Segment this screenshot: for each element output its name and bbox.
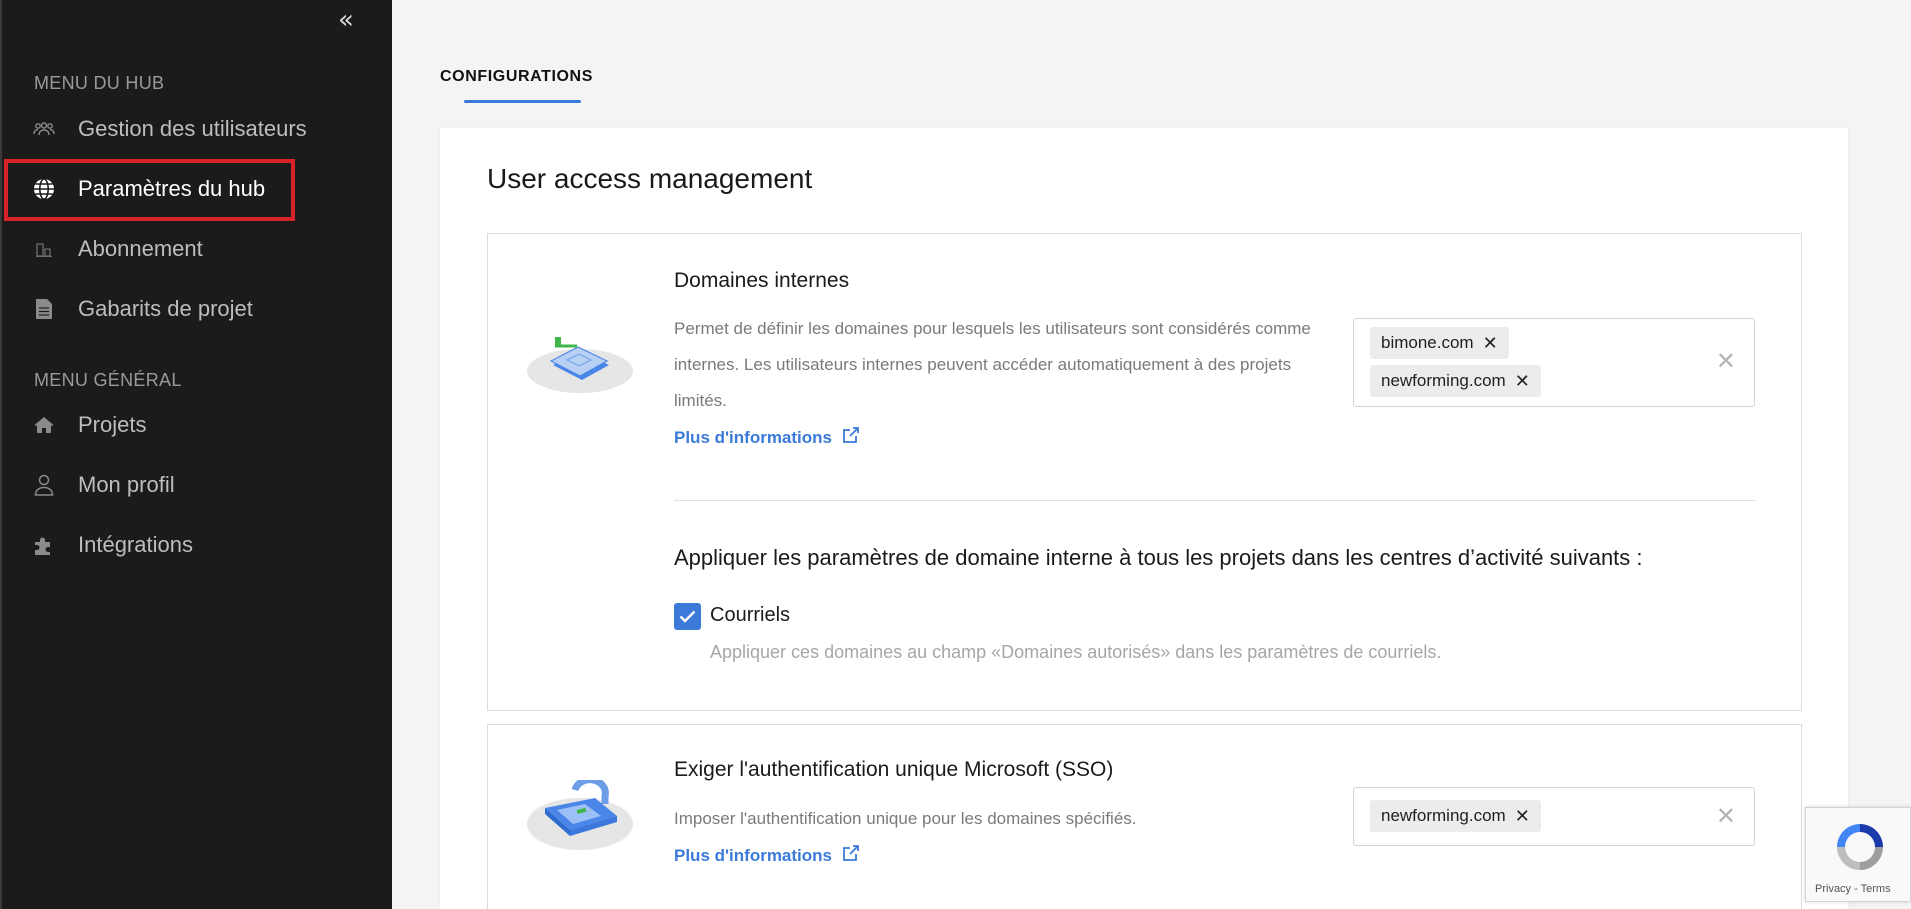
collapse-sidebar-icon[interactable]: « [338,7,366,33]
clear-all-icon[interactable]: ✕ [1716,347,1736,375]
remove-domain-icon[interactable]: ✕ [1515,806,1530,827]
sidebar-item-integrations[interactable]: Intégrations [32,525,193,565]
sidebar-item-label: Gestion des utilisateurs [78,116,307,141]
more-info-label: Plus d'informations [674,427,832,447]
internal-domains-more-info-link[interactable]: Plus d'informations [674,426,860,449]
emails-checkbox-label[interactable]: Courriels [710,604,790,627]
internal-domains-card [487,233,1802,711]
recaptcha-badge[interactable]: Privacy - Terms [1805,807,1911,902]
sidebar-item-label: Gabarits de projet [78,296,253,321]
sidebar-item-label: Abonnement [78,236,203,261]
apply-settings-title: Appliquer les paramètres de domaine inte… [674,545,1643,570]
emails-checkbox[interactable] [674,603,701,630]
home-icon [32,413,56,437]
emails-checkbox-help: Appliquer ces domaines au champ «Domaine… [710,642,1442,662]
sidebar-item-label: Mon profil [78,472,175,497]
divider [674,500,1755,501]
domain-illustration-icon [525,327,635,398]
sso-description: Imposer l'authentification unique pour l… [674,809,1137,828]
sidebar-item-label: Intégrations [78,532,193,557]
domain-chip: bimone.com ✕ [1370,327,1509,359]
remove-domain-icon[interactable]: ✕ [1483,333,1498,354]
domain-chip: newforming.com ✕ [1370,800,1541,832]
sidebar-item-label: Projets [78,412,147,437]
hub-menu-title: MENU DU HUB [34,73,165,93]
domain-chip: newforming.com ✕ [1370,365,1541,397]
domain-chip-label: bimone.com [1381,333,1474,352]
sso-domains-input[interactable]: newforming.com ✕ ✕ [1353,787,1755,846]
sidebar-item-my-profile[interactable]: Mon profil [32,465,175,505]
recaptcha-links[interactable]: Privacy - Terms [1815,883,1891,895]
checkmark-icon [679,610,696,623]
clear-all-icon[interactable]: ✕ [1716,802,1736,830]
sidebar-item-user-management[interactable]: Gestion des utilisateurs [32,109,307,149]
domain-chip-label: newforming.com [1381,806,1506,825]
active-item-highlight [4,159,295,221]
tab-configurations[interactable]: CONFIGURATIONS [440,68,593,86]
internal-domains-title: Domaines internes [674,269,850,292]
external-link-icon [842,426,860,449]
puzzle-icon [32,533,56,557]
sso-title: Exiger l'authentification unique Microso… [674,758,1114,781]
page-title: User access management [487,163,813,194]
sidebar-item-project-templates[interactable]: Gabarits de projet [32,289,253,329]
tab-active-indicator [464,100,581,103]
document-icon [32,297,56,321]
remove-domain-icon[interactable]: ✕ [1515,371,1530,392]
recaptcha-icon [1831,818,1889,881]
internal-domains-input[interactable]: bimone.com ✕ newforming.com ✕ ✕ [1353,318,1755,407]
more-info-label: Plus d'informations [674,845,832,865]
chart-icon [32,237,56,261]
sso-more-info-link[interactable]: Plus d'informations [674,844,860,867]
sidebar: « MENU DU HUB Gestion des utilisateurs P… [0,0,392,909]
internal-domains-description: Permet de définir les domaines pour lesq… [674,319,1311,410]
user-icon [32,473,56,497]
sidebar-item-subscription[interactable]: Abonnement [32,229,203,269]
sidebar-item-projects[interactable]: Projets [32,405,146,445]
lock-illustration-icon [525,776,635,857]
users-icon [32,117,56,141]
domain-chip-label: newforming.com [1381,371,1506,390]
general-menu-title: MENU GÉNÉRAL [34,370,182,390]
external-link-icon [842,844,860,867]
